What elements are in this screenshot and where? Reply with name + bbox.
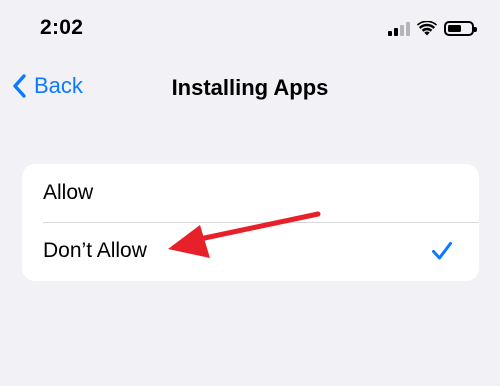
status-time: 2:02 xyxy=(40,16,84,39)
option-label: Allow xyxy=(43,181,94,204)
wifi-icon xyxy=(417,21,437,36)
screen: 2:02 Back Installing Apps Allow Don’t Al… xyxy=(0,0,500,386)
page-title: Installing Apps xyxy=(171,75,329,100)
option-label: Don’t Allow xyxy=(43,239,147,262)
battery-icon xyxy=(444,21,477,36)
checkmark-icon xyxy=(432,242,452,260)
cellular-signal-icon xyxy=(388,21,410,36)
navigation-bar: Back Installing Apps xyxy=(0,60,500,116)
option-allow[interactable]: Allow xyxy=(22,164,479,222)
status-icons xyxy=(388,21,477,36)
options-list: Allow Don’t Allow xyxy=(22,164,479,281)
option-dont-allow[interactable]: Don’t Allow xyxy=(22,222,479,281)
status-bar: 2:02 xyxy=(0,0,500,60)
